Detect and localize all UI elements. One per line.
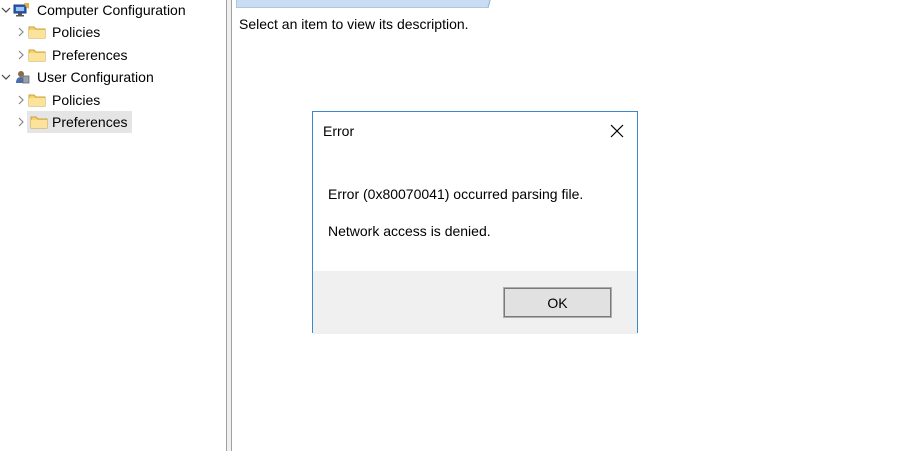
chevron-down-icon[interactable]: [0, 67, 12, 87]
ok-button[interactable]: OK: [503, 287, 612, 318]
chevron-right-icon[interactable]: [15, 22, 27, 42]
chevron-down-icon[interactable]: [0, 0, 12, 20]
tree-item-user-configuration[interactable]: User Configuration: [0, 67, 157, 87]
chevron-right-icon[interactable]: [15, 112, 27, 132]
dialog-titlebar[interactable]: Error: [313, 112, 637, 150]
error-dialog: Error Error (0x80070041) occurred parsin…: [312, 111, 638, 334]
tree-item-label: User Configuration: [37, 69, 154, 85]
tree-item-label: Preferences: [52, 114, 128, 130]
tree-item-computer-configuration[interactable]: Computer Configuration: [0, 0, 189, 20]
tree-item-label: Policies: [52, 24, 101, 40]
tab-strip: [232, 0, 909, 8]
gpo-editor-window: Computer Configuration Policies Preferen…: [0, 0, 909, 451]
folder-icon: [29, 113, 49, 131]
chevron-right-icon[interactable]: [15, 45, 27, 65]
computer-config-icon: [12, 1, 32, 19]
close-icon[interactable]: [605, 119, 629, 143]
user-config-icon: [12, 68, 32, 86]
tree-item-label: Preferences: [52, 47, 128, 63]
dialog-footer: OK: [313, 271, 637, 334]
chevron-right-icon[interactable]: [15, 90, 27, 110]
description-text: Select an item to view its description.: [239, 16, 469, 32]
tree-item-user-preferences[interactable]: Preferences: [15, 111, 133, 133]
folder-icon: [27, 23, 47, 41]
tree-item-computer-policies[interactable]: Policies: [15, 22, 103, 42]
tree-pane: Computer Configuration Policies Preferen…: [0, 0, 226, 451]
tree-item-label: Policies: [52, 92, 101, 108]
tree-item-label: Computer Configuration: [37, 2, 186, 18]
folder-icon: [27, 91, 47, 109]
folder-icon: [27, 46, 47, 64]
error-detail: Network access is denied.: [328, 223, 491, 239]
dialog-title: Error: [323, 123, 355, 139]
tree-item-computer-preferences[interactable]: Preferences: [15, 45, 130, 65]
error-message: Error (0x80070041) occurred parsing file…: [328, 186, 584, 202]
tree-item-user-policies[interactable]: Policies: [15, 90, 103, 110]
tab-extended[interactable]: [236, 0, 496, 8]
